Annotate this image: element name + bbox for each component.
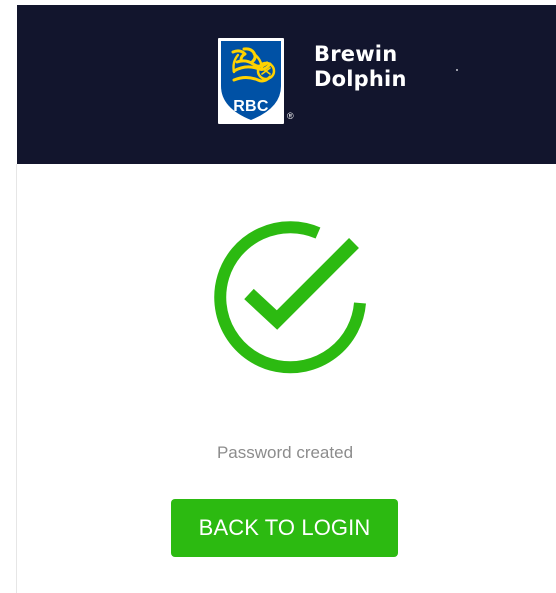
brand-wordmark: Brewin Dolphin (314, 42, 407, 92)
rbc-logo-text: RBC (233, 98, 269, 115)
header-dot (456, 69, 458, 71)
brand-line-dolphin: Dolphin (314, 67, 407, 91)
password-created-message: Password created (216, 443, 354, 462)
rbc-brewin-dolphin-logo: RBC (218, 38, 284, 124)
registered-mark: ® (287, 111, 294, 121)
panel-left-border (16, 164, 17, 593)
brand-line-brewin: Brewin (314, 42, 398, 66)
success-check-icon (214, 221, 366, 374)
password-created-screen: RBC ® Brewin Dolphin Password created BA… (0, 0, 556, 593)
brand-header: RBC ® Brewin Dolphin (17, 5, 556, 164)
back-to-login-button[interactable]: BACK TO LOGIN (171, 499, 398, 557)
